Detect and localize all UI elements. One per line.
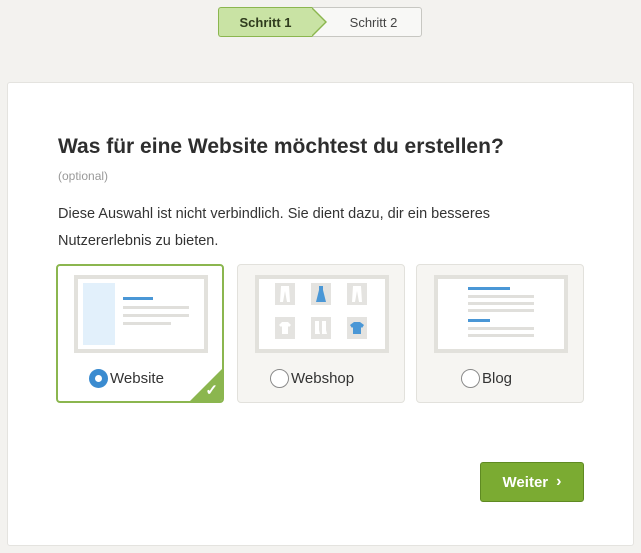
option-website[interactable]: Website ✓ <box>56 264 224 403</box>
checkmark-icon: ✓ <box>205 382 218 399</box>
website-radio[interactable] <box>89 369 108 388</box>
site-type-card: Was für eine Website möchtest du erstell… <box>7 82 634 546</box>
blog-label: Blog <box>482 370 513 387</box>
optional-hint: (optional) <box>58 169 109 183</box>
website-label: Website <box>110 370 164 387</box>
chevron-right-icon: › <box>556 473 562 490</box>
webshop-illustration <box>255 275 389 353</box>
socks-icon <box>311 317 331 339</box>
website-illustration <box>74 275 208 353</box>
step-indicator: Schritt 1 Schritt 2 <box>218 7 422 37</box>
description-text: Diese Auswahl ist nicht verbindlich. Sie… <box>58 206 491 249</box>
blog-illustration <box>434 275 568 353</box>
shirt-icon <box>275 317 295 339</box>
step-2-label: Schritt 2 <box>349 14 398 30</box>
blog-radio[interactable] <box>461 369 480 388</box>
trousers-icon <box>347 283 367 305</box>
webshop-radio[interactable] <box>270 369 289 388</box>
next-button[interactable]: Weiter › <box>480 462 584 502</box>
webshop-label: Webshop <box>291 370 355 387</box>
next-button-label: Weiter <box>502 473 549 491</box>
pants-icon <box>275 283 295 305</box>
page-title: Was für eine Website möchtest du erstell… <box>58 135 504 158</box>
step-1: Schritt 1 <box>218 7 327 37</box>
option-blog[interactable]: Blog <box>416 264 584 403</box>
option-webshop[interactable]: Webshop <box>237 264 405 403</box>
dress-icon <box>311 283 331 305</box>
step-1-label: Schritt 1 <box>239 14 292 30</box>
tshirt-icon <box>347 317 367 339</box>
step-arrow <box>311 8 325 36</box>
step-2: Schritt 2 <box>312 7 422 37</box>
